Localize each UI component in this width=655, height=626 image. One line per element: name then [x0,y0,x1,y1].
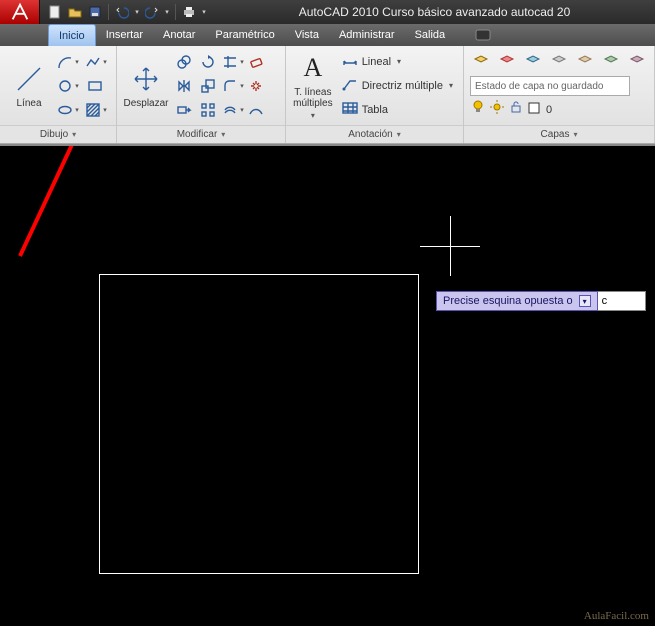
circle-tool-icon[interactable]: ▾ [56,75,78,97]
tab-parametrico[interactable]: Paramétrico [205,24,284,46]
offset-tool-icon[interactable]: ▾ [221,99,243,121]
ribbon: Línea ▾ ▾ ▾ ▾ ▾ Dibujo▾ Desplazar [0,46,655,144]
lineal-label: Lineal [362,56,391,68]
drawing-canvas[interactable]: Precise esquina opuesta o ▾ AulaFacil.co… [0,144,655,626]
bulb-on-icon [472,100,484,119]
tab-administrar[interactable]: Administrar [329,24,405,46]
panel-anotacion-title[interactable]: Anotación▾ [286,125,463,143]
sun-icon [490,100,504,119]
lineal-button[interactable]: Lineal▾ [338,51,457,73]
panel-modificar: Desplazar ▾ ▾ ▾ Modificar▾ [117,46,286,143]
line-icon [12,62,46,96]
tab-insertar[interactable]: Insertar [96,24,153,46]
scale-tool-icon[interactable] [197,75,219,97]
dynamic-input-field[interactable] [598,291,646,311]
layer-top-row [470,50,648,72]
layer-lock-icon[interactable] [574,50,596,72]
dibujo-tools-grid: ▾ ▾ ▾ ▾ ▾ [56,51,110,121]
watermark: AulaFacil.com [584,610,649,622]
color-swatch-icon [528,101,540,119]
panel-capas-label: Capas [541,129,570,140]
help-icon[interactable] [475,24,491,46]
dynamic-input-label: Precise esquina opuesta o ▾ [436,291,598,311]
panel-anotacion-label: Anotación [348,129,392,140]
layer-current-row[interactable]: 0 [470,100,552,119]
stretch-tool-icon[interactable] [173,99,195,121]
prompt-text: Precise esquina opuesta o [443,295,573,307]
directriz-label: Directriz múltiple [362,80,443,92]
quick-access-toolbar: ▾ ▾ ▾ [40,3,214,21]
directriz-button[interactable]: Directriz múltiple▾ [338,75,457,97]
panel-anotacion: A T. líneas múltiples ▾ Lineal▾ Directri… [286,46,464,143]
texto-button[interactable]: A T. líneas múltiples ▾ [292,51,334,121]
qat-redo-icon[interactable] [143,3,161,21]
tab-vista[interactable]: Vista [285,24,329,46]
rotate-tool-icon[interactable] [197,51,219,73]
leader-icon [342,77,358,94]
tabla-label: Tabla [362,104,388,116]
anotacion-rows: Lineal▾ Directriz múltiple▾ Tabla [338,51,457,121]
qat-dropdown-icon[interactable]: ▾ [200,3,208,21]
panel-capas: Estado de capa no guardado 0 Capas▾ [464,46,655,143]
layer-current-name: 0 [546,104,552,116]
ellipse-tool-icon[interactable]: ▾ [56,99,78,121]
options-icon[interactable]: ▾ [579,295,591,307]
table-icon [342,101,358,118]
qat-undo-icon[interactable] [113,3,131,21]
layer-freeze-icon[interactable] [522,50,544,72]
modificar-tools-grid: ▾ ▾ ▾ [173,51,267,121]
qat-dropdown-icon[interactable]: ▾ [133,3,141,21]
layer-prop-icon[interactable] [470,50,492,72]
rectangle-preview [99,274,419,574]
panel-modificar-title[interactable]: Modificar▾ [117,125,285,143]
layer-prev-icon[interactable] [626,50,648,72]
polyline-tool-icon[interactable]: ▾ [84,51,106,73]
dimension-icon [342,53,358,70]
dynamic-input: Precise esquina opuesta o ▾ [436,291,646,311]
layer-state-dropdown[interactable]: Estado de capa no guardado [470,76,630,96]
rectangle-tool-icon[interactable] [84,75,106,97]
panel-dibujo-title[interactable]: Dibujo▾ [0,125,116,143]
tab-inicio[interactable]: Inicio [48,24,96,46]
array-tool-icon[interactable] [197,99,219,121]
join-tool-icon[interactable] [245,99,267,121]
trim-tool-icon[interactable]: ▾ [221,51,243,73]
explode-tool-icon[interactable] [245,75,267,97]
desplazar-button[interactable]: Desplazar [123,51,169,121]
move-icon [129,62,163,96]
ribbon-tabs: Inicio Insertar Anotar Paramétrico Vista… [0,24,655,46]
window-title: AutoCAD 2010 Curso básico avanzado autoc… [214,5,655,19]
panel-modificar-label: Modificar [177,129,218,140]
copy-tool-icon[interactable] [173,51,195,73]
tabla-button[interactable]: Tabla [338,99,457,121]
text-icon: A [296,51,330,85]
tab-salida[interactable]: Salida [405,24,456,46]
qat-save-icon[interactable] [86,3,104,21]
erase-tool-icon[interactable] [245,51,267,73]
qat-open-icon[interactable] [66,3,84,21]
hatch-tool-icon[interactable]: ▾ [84,99,106,121]
lock-open-icon [510,100,522,119]
layer-iso-icon[interactable] [496,50,518,72]
tab-anotar[interactable]: Anotar [153,24,205,46]
panel-dibujo-label: Dibujo [40,129,68,140]
app-menu-button[interactable] [0,0,40,24]
title-bar: ▾ ▾ ▾ AutoCAD 2010 Curso básico avanzado… [0,0,655,24]
linea-button[interactable]: Línea [6,51,52,121]
qat-new-icon[interactable] [46,3,64,21]
desplazar-label: Desplazar [123,98,168,109]
panel-dibujo: Línea ▾ ▾ ▾ ▾ ▾ Dibujo▾ [0,46,117,143]
layer-match-icon[interactable] [600,50,622,72]
linea-label: Línea [16,98,41,109]
qat-dropdown-icon[interactable]: ▾ [163,3,171,21]
panel-capas-title[interactable]: Capas▾ [464,125,654,143]
mirror-tool-icon[interactable] [173,75,195,97]
layer-off-icon[interactable] [548,50,570,72]
fillet-tool-icon[interactable]: ▾ [221,75,243,97]
qat-print-icon[interactable] [180,3,198,21]
arc-tool-icon[interactable]: ▾ [56,51,78,73]
texto-label: T. líneas múltiples [292,87,334,109]
